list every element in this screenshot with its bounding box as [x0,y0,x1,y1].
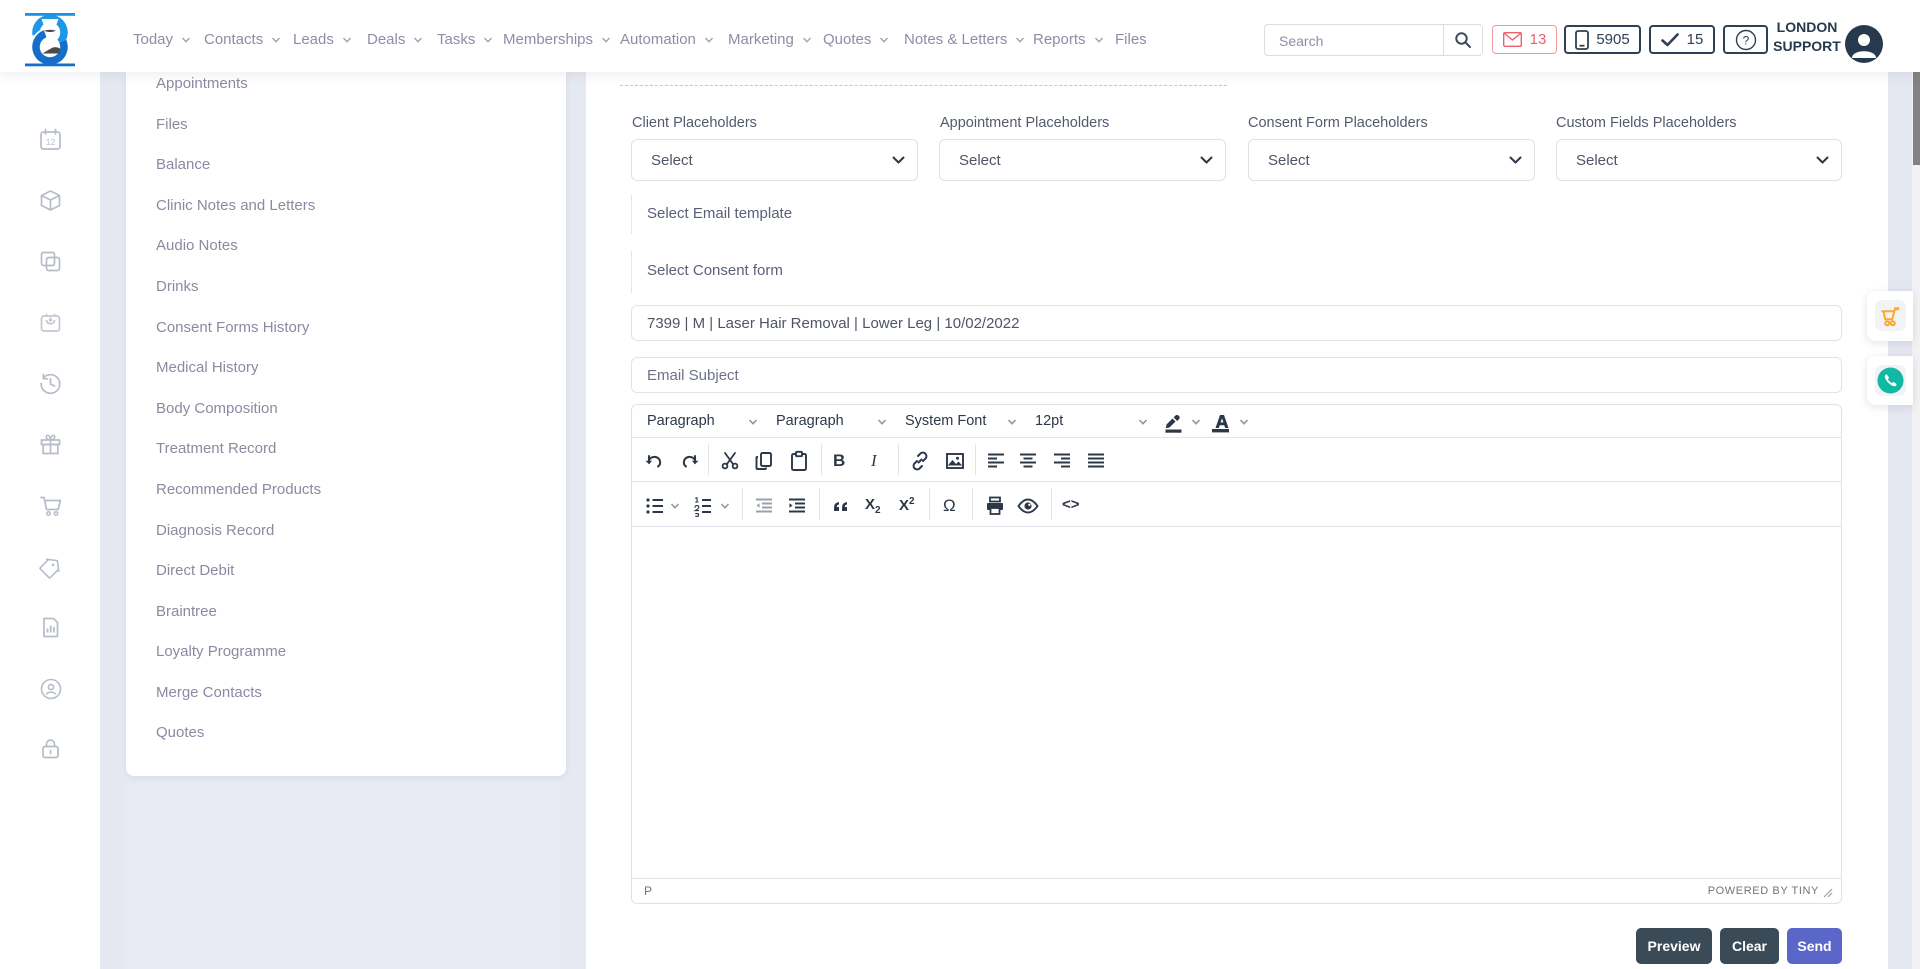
svg-text:12: 12 [46,137,56,147]
svg-text:?: ? [1742,33,1749,47]
